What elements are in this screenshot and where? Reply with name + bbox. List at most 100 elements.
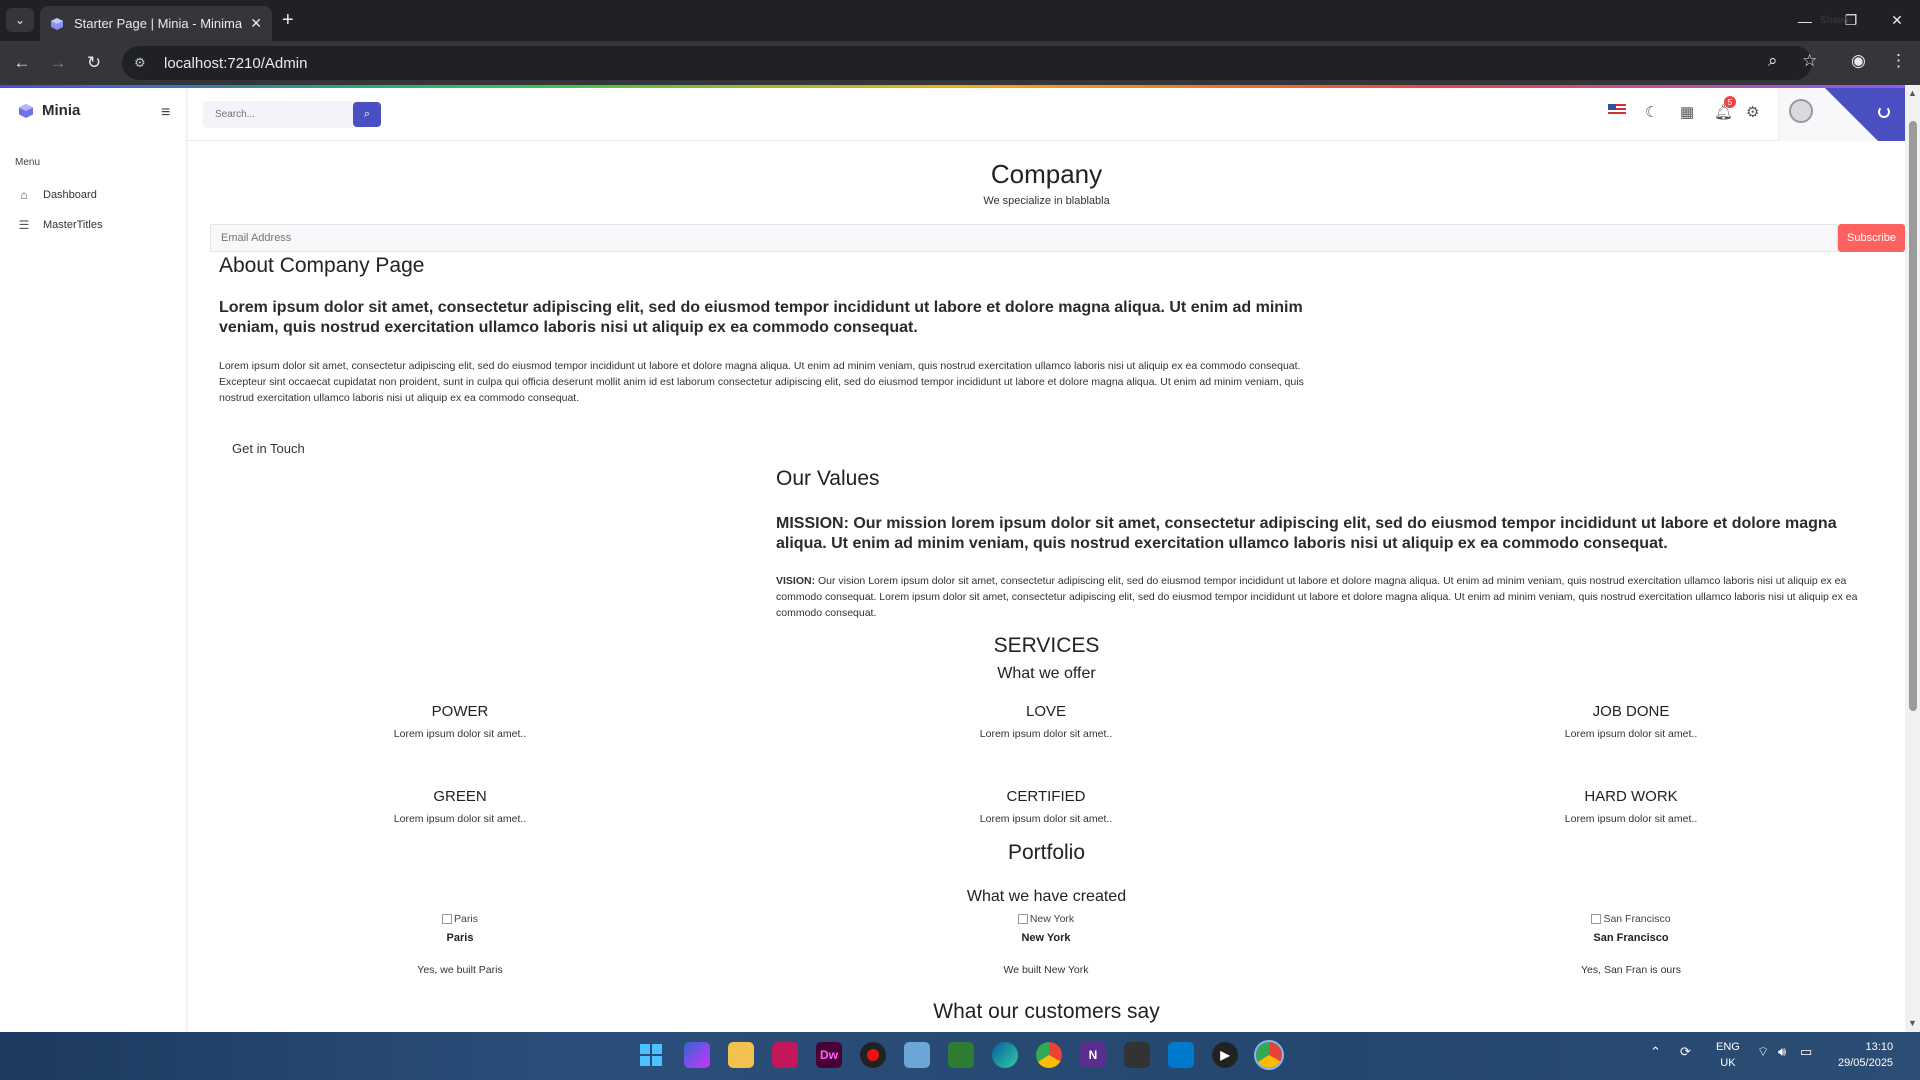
service-name: CERTIFIED — [1006, 788, 1086, 805]
image-alt-text: New York — [1029, 913, 1075, 925]
moon-icon[interactable]: ☾ — [1645, 103, 1658, 121]
service-name: POWER — [431, 703, 489, 720]
system-clock[interactable]: 13:10 29/05/2025 — [1838, 1039, 1893, 1071]
bookmark-star-icon[interactable]: ☆ — [1802, 51, 1817, 71]
site-info-icon[interactable]: ⚙ — [134, 55, 152, 71]
visual-studio-icon[interactable]: N — [1080, 1042, 1106, 1068]
broken-image-icon — [442, 914, 453, 924]
loading-spinner-icon — [1878, 106, 1890, 118]
service-name: LOVE — [1025, 703, 1067, 720]
chrome-icon[interactable] — [1036, 1042, 1062, 1068]
tab-search-button[interactable]: ⌄ — [6, 8, 34, 32]
customers-heading: What our customers say — [933, 1000, 1160, 1023]
hamburger-menu-icon[interactable]: ≡ — [161, 104, 170, 122]
tab-title: Starter Page | Minia - Minimal A — [74, 16, 243, 31]
portfolio-caption: San Francisco — [1593, 932, 1669, 944]
service-name: HARD WORK — [1584, 788, 1678, 805]
tools-app-icon[interactable] — [948, 1042, 974, 1068]
service-name: GREEN — [433, 788, 487, 805]
mission-text: MISSION: Our mission lorem ipsum dolor s… — [776, 514, 1886, 554]
brand-logo[interactable]: Minia — [18, 102, 80, 119]
zoom-icon[interactable]: ⌕ — [1768, 51, 1778, 71]
language-indicator[interactable]: ENG UK — [1716, 1039, 1740, 1071]
sidebar-item-mastertitles[interactable]: ☰ MasterTitles — [17, 218, 103, 232]
vision-text: VISION: Our vision Lorem ipsum dolor sit… — [776, 573, 1886, 621]
scroll-down-icon[interactable]: ▼ — [1908, 1018, 1917, 1028]
lang-region: UK — [1720, 1057, 1736, 1069]
browser-tab[interactable]: Starter Page | Minia - Minimal A ✕ — [40, 6, 272, 41]
about-lead-text: Lorem ipsum dolor sit amet, consectetur … — [219, 299, 1303, 336]
scroll-thumb[interactable] — [1909, 121, 1917, 711]
email-field[interactable] — [210, 224, 1838, 252]
portfolio-caption: New York — [1021, 932, 1071, 944]
about-body-text: Lorem ipsum dolor sit amet, consectetur … — [219, 360, 1304, 404]
chrome-active-icon[interactable] — [1254, 1040, 1284, 1070]
search-button[interactable]: ⌕ — [353, 102, 381, 127]
service-item: CERTIFIED Lorem ipsum dolor sit amet.. — [896, 788, 1196, 825]
user-name[interactable]: Shawn — [1820, 15, 1852, 26]
tray-overflow-icon[interactable]: ⌃ — [1650, 1044, 1661, 1060]
sidebar-item-dashboard[interactable]: ⌂ Dashboard — [17, 188, 96, 202]
values-heading: Our Values — [776, 467, 880, 490]
profile-icon[interactable]: ◉ — [1851, 51, 1866, 71]
brand-name: Minia — [42, 102, 81, 119]
avatar — [1789, 99, 1813, 123]
terminal-icon[interactable] — [1124, 1042, 1150, 1068]
cube-app-icon[interactable] — [904, 1042, 930, 1068]
top-header: ⌕ ☾ ▦ 🔔︎ 5 ⚙ — [188, 88, 1905, 141]
us-flag-icon[interactable] — [1608, 103, 1626, 120]
list-icon: ☰ — [18, 218, 30, 232]
service-name: JOB DONE — [1592, 703, 1670, 720]
services-heading: SERVICES — [993, 634, 1100, 657]
service-desc: Lorem ipsum dolor sit amet.. — [1564, 728, 1698, 740]
service-item: HARD WORK Lorem ipsum dolor sit amet.. — [1481, 788, 1781, 825]
forward-icon[interactable]: → — [46, 51, 70, 75]
address-bar[interactable]: ⚙ localhost:7210/Admin — [122, 46, 1812, 80]
new-tab-icon[interactable]: + — [282, 9, 294, 32]
close-tab-icon[interactable]: ✕ — [250, 15, 262, 32]
media-player-icon[interactable]: ▶ — [1212, 1042, 1238, 1068]
edge-icon[interactable] — [992, 1042, 1018, 1068]
subscribe-button[interactable]: Subscribe — [1838, 224, 1905, 252]
service-desc: Lorem ipsum dolor sit amet.. — [1564, 813, 1698, 825]
get-in-touch-link[interactable]: Get in Touch — [232, 441, 305, 456]
broken-image-icon — [1017, 914, 1028, 924]
calendar-app-icon[interactable] — [772, 1042, 798, 1068]
portfolio-image: Paris — [442, 913, 478, 925]
close-window-icon[interactable]: ✕ — [1874, 0, 1920, 41]
portfolio-caption: Paris — [446, 932, 474, 944]
battery-icon[interactable]: ▭ — [1800, 1044, 1812, 1060]
lang-code: ENG — [1716, 1041, 1740, 1053]
mission-label: MISSION: — [776, 515, 849, 532]
search-input[interactable] — [203, 101, 333, 128]
company-subtitle: We specialize in blablabla — [983, 195, 1110, 207]
portfolio-text: Yes, we built Paris — [417, 964, 503, 976]
browser-tab-bar: ⌄ Starter Page | Minia - Minimal A ✕ + —… — [0, 0, 1920, 41]
back-icon[interactable]: ← — [10, 51, 34, 75]
reload-icon[interactable]: ↻ — [82, 51, 106, 75]
apps-grid-icon[interactable]: ▦ — [1680, 103, 1694, 121]
page-title: Company — [990, 159, 1103, 189]
portfolio-image: New York — [1017, 913, 1075, 925]
home-icon: ⌂ — [20, 188, 28, 202]
windows-start-icon[interactable] — [638, 1042, 664, 1068]
vision-label: VISION: — [776, 575, 816, 587]
service-desc: Lorem ipsum dolor sit amet.. — [979, 728, 1113, 740]
sidebar: Minia ≡ Menu ⌂ Dashboard ☰ MasterTitles — [0, 88, 187, 1032]
volume-icon[interactable]: 🔊︎ — [1778, 1044, 1786, 1060]
about-heading: About Company Page — [219, 254, 425, 277]
page-scrollbar[interactable]: ▲ ▼ — [1905, 85, 1920, 1032]
file-explorer-icon[interactable] — [728, 1042, 754, 1068]
scroll-up-icon[interactable]: ▲ — [1908, 88, 1917, 98]
service-desc: Lorem ipsum dolor sit amet.. — [393, 813, 527, 825]
dreamweaver-icon[interactable]: Dw — [816, 1042, 842, 1068]
browser-menu-icon[interactable]: ⋮ — [1890, 51, 1907, 71]
record-icon[interactable] — [860, 1042, 886, 1068]
copilot-icon[interactable] — [684, 1042, 710, 1068]
service-item: JOB DONE Lorem ipsum dolor sit amet.. — [1481, 703, 1781, 740]
vscode-icon[interactable] — [1168, 1042, 1194, 1068]
sync-icon[interactable]: ⟳ — [1680, 1044, 1691, 1060]
gear-icon[interactable]: ⚙ — [1746, 103, 1759, 121]
wifi-icon[interactable]: ⌔ — [1757, 1044, 1769, 1060]
vision-body: Our vision Lorem ipsum dolor sit amet, c… — [776, 575, 1858, 619]
